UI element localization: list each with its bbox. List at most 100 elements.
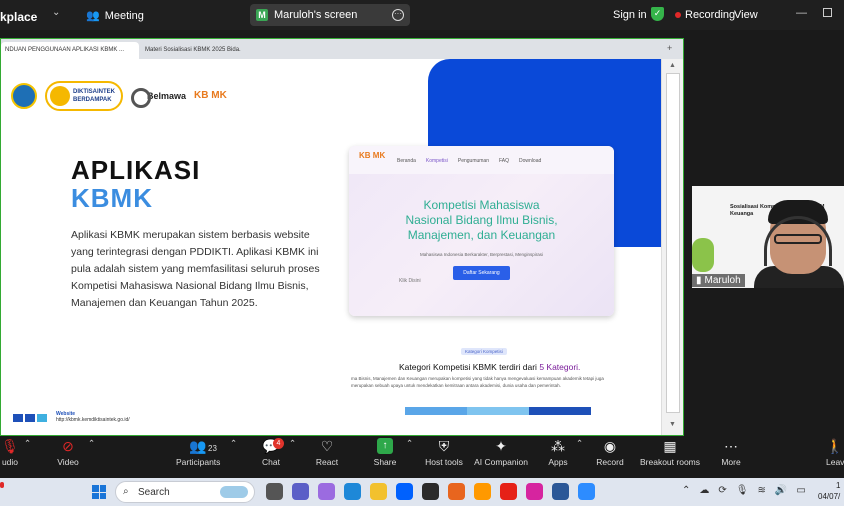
site-title-line2: Nasional Bidang Ilmu Bisnis, — [405, 213, 558, 227]
shared-screen: NDUAN PENGGUNAAN APLIKASI KBMK ... Mater… — [0, 38, 684, 436]
kategori-title-prefix: Kategori Kompetisi KBMK terdiri dari — [399, 362, 540, 372]
react-button[interactable]: ♡ React — [314, 438, 340, 467]
apps-button[interactable]: ⁂ Apps — [546, 438, 570, 467]
battery-icon[interactable]: ▭ — [796, 485, 805, 496]
audio-label: udio — [1, 457, 19, 467]
heart-icon: ♡ — [320, 438, 334, 454]
site-subtitle: Mahasiswa Indonesia Berkarakter, Berpres… — [419, 252, 544, 257]
onedrive-icon[interactable]: ☁ — [699, 485, 709, 496]
slide-heading-line1: APLIKASI — [71, 155, 201, 185]
site-title-line3: Manajemen, dan Keuangan — [407, 228, 556, 242]
host-tools-button[interactable]: ⛨ Host tools — [424, 438, 464, 467]
website-url: http://kbmk.kemdiktisaintek.go.id/ — [56, 417, 130, 423]
screen-share-pill[interactable]: M Maruloh's screen ··· — [250, 4, 410, 26]
youtube-icon[interactable] — [500, 483, 517, 500]
zoom-icon[interactable] — [578, 483, 595, 500]
leave-button[interactable]: 🚶 Leav — [826, 438, 844, 467]
teams-icon[interactable] — [292, 483, 309, 500]
amazon-icon[interactable] — [474, 483, 491, 500]
chevron-down-icon[interactable]: ⌄ — [52, 7, 60, 18]
sign-in-button[interactable]: Sign in — [613, 9, 647, 21]
meeting-menu[interactable]: 👥 Meeting — [86, 9, 144, 23]
presentation-slide: DIKTISAINTEK BERDAMPAK Belmawa KB MK APL… — [1, 59, 661, 435]
participants-caret-icon[interactable]: ⌃ — [230, 438, 237, 449]
grid-icon: ▦ — [663, 438, 677, 454]
kategori-description: ma Bisnis, Manajemen dan Keuangan merupa… — [351, 376, 604, 388]
browser-tab-1[interactable]: NDUAN PENGGUNAAN APLIKASI KBMK ... — [1, 42, 139, 59]
store-icon[interactable] — [422, 483, 439, 500]
audio-button[interactable]: 🎙 udio — [0, 438, 20, 467]
search-label: Search — [138, 487, 170, 498]
word-icon[interactable] — [552, 483, 569, 500]
participant-name: Maruloh — [704, 275, 741, 286]
diktisaintek-logo: DIKTISAINTEK BERDAMPAK — [45, 81, 123, 111]
firefox-icon[interactable] — [448, 483, 465, 500]
stripe — [37, 414, 47, 422]
browser-tab-2[interactable]: Materi Sosialisasi KBMK 2025 Bida... — [141, 42, 241, 59]
kbmk-logo: KB MK — [194, 90, 227, 101]
mic-icon[interactable]: 🎙 — [736, 485, 749, 496]
edge-icon[interactable] — [344, 483, 361, 500]
share-caret-icon[interactable]: ⌃ — [406, 438, 413, 449]
kategori-bar — [405, 407, 591, 415]
file-explorer-icon[interactable] — [370, 483, 387, 500]
chevron-up-icon[interactable]: ⌃ — [682, 485, 690, 496]
taskbar-search[interactable]: ⌕ Search — [115, 481, 255, 503]
apps-label: Apps — [548, 457, 568, 467]
volume-icon[interactable]: 🔊 — [775, 485, 787, 496]
windows-start-icon[interactable] — [92, 485, 106, 499]
recording-dot-icon — [675, 12, 681, 18]
apps-caret-icon[interactable]: ⌃ — [576, 438, 583, 449]
chat-caret-icon[interactable]: ⌃ — [289, 438, 296, 449]
recording-label: Recording — [685, 9, 736, 21]
leave-label: Leav — [826, 457, 844, 467]
site-link-download: Download — [519, 158, 542, 164]
recording-indicator[interactable]: Recording — [675, 9, 735, 21]
slide-description: Aplikasi KBMK merupakan sistem berbasis … — [71, 229, 320, 309]
video-caret-icon[interactable]: ⌃ — [88, 438, 95, 449]
site-links: Beranda Kompetisi Pengumuman FAQ Downloa… — [397, 158, 541, 164]
share-arrow-icon: ↑ — [377, 438, 393, 454]
share-label: Share — [373, 457, 397, 467]
system-tray: ⌃ ☁ ⟳ 🎙 ≋ 🔊 ▭ — [682, 485, 806, 496]
vertical-scrollbar[interactable]: ▲ ▼ — [661, 59, 683, 435]
new-tab-icon[interactable]: + — [667, 43, 672, 53]
wifi-icon[interactable]: ≋ — [757, 485, 765, 496]
daftar-button: Daftar Sekarang — [453, 266, 510, 280]
shield-icon[interactable]: ✓ — [651, 7, 664, 21]
top-bar: kplace ⌄ 👥 Meeting M Maruloh's screen ··… — [0, 0, 844, 30]
site-link-kompetisi: Kompetisi — [425, 158, 448, 164]
audio-caret-icon[interactable]: ⌃ — [24, 438, 31, 449]
record-button[interactable]: ◉ Record — [596, 438, 624, 467]
signal-icon: ▮ — [696, 275, 702, 286]
ai-companion-label: AI Companion — [474, 457, 528, 467]
participants-count: 23 — [208, 444, 217, 453]
dropbox-icon[interactable] — [396, 483, 413, 500]
copilot-icon[interactable] — [318, 483, 335, 500]
task-view-icon[interactable] — [266, 483, 283, 500]
clock-time[interactable]: 1 — [836, 481, 840, 490]
participant-video[interactable]: Sosialisasi Kompe Bidang Bisnis, M Keuan… — [692, 186, 844, 288]
minimize-icon[interactable]: — — [796, 7, 807, 19]
breakout-rooms-button[interactable]: ▦ Breakout rooms — [640, 438, 700, 467]
ai-companion-button[interactable]: ✦ AI Companion — [474, 438, 528, 467]
video-label: Video — [57, 457, 79, 467]
scroll-down-icon[interactable]: ▼ — [669, 421, 676, 428]
video-button[interactable]: ⊘ Video — [54, 438, 82, 467]
meeting-toolbar: 🎙 udio ⌃ ⊘ Video ⌃ 👥 Participants 23 ⌃ 💬… — [0, 436, 844, 476]
kategori-bar-segment — [529, 407, 591, 415]
scroll-up-icon[interactable]: ▲ — [669, 62, 676, 69]
more-button[interactable]: ⋯ More — [718, 438, 744, 467]
view-button[interactable]: View — [734, 9, 758, 21]
clock-date[interactable]: 04/07/ — [818, 492, 840, 501]
sync-icon[interactable]: ⟳ — [718, 485, 726, 496]
share-button[interactable]: ↑ Share — [372, 438, 398, 467]
instagram-icon[interactable] — [526, 483, 543, 500]
maximize-icon[interactable] — [823, 8, 832, 17]
sparkle-icon: ✦ — [495, 438, 507, 454]
kategori-bar-segment — [405, 407, 467, 415]
zoom-window: kplace ⌄ 👥 Meeting M Maruloh's screen ··… — [0, 0, 844, 506]
meeting-label: Meeting — [104, 9, 144, 22]
scrollbar-thumb[interactable] — [666, 73, 680, 413]
more-options-icon[interactable]: ··· — [392, 9, 404, 21]
